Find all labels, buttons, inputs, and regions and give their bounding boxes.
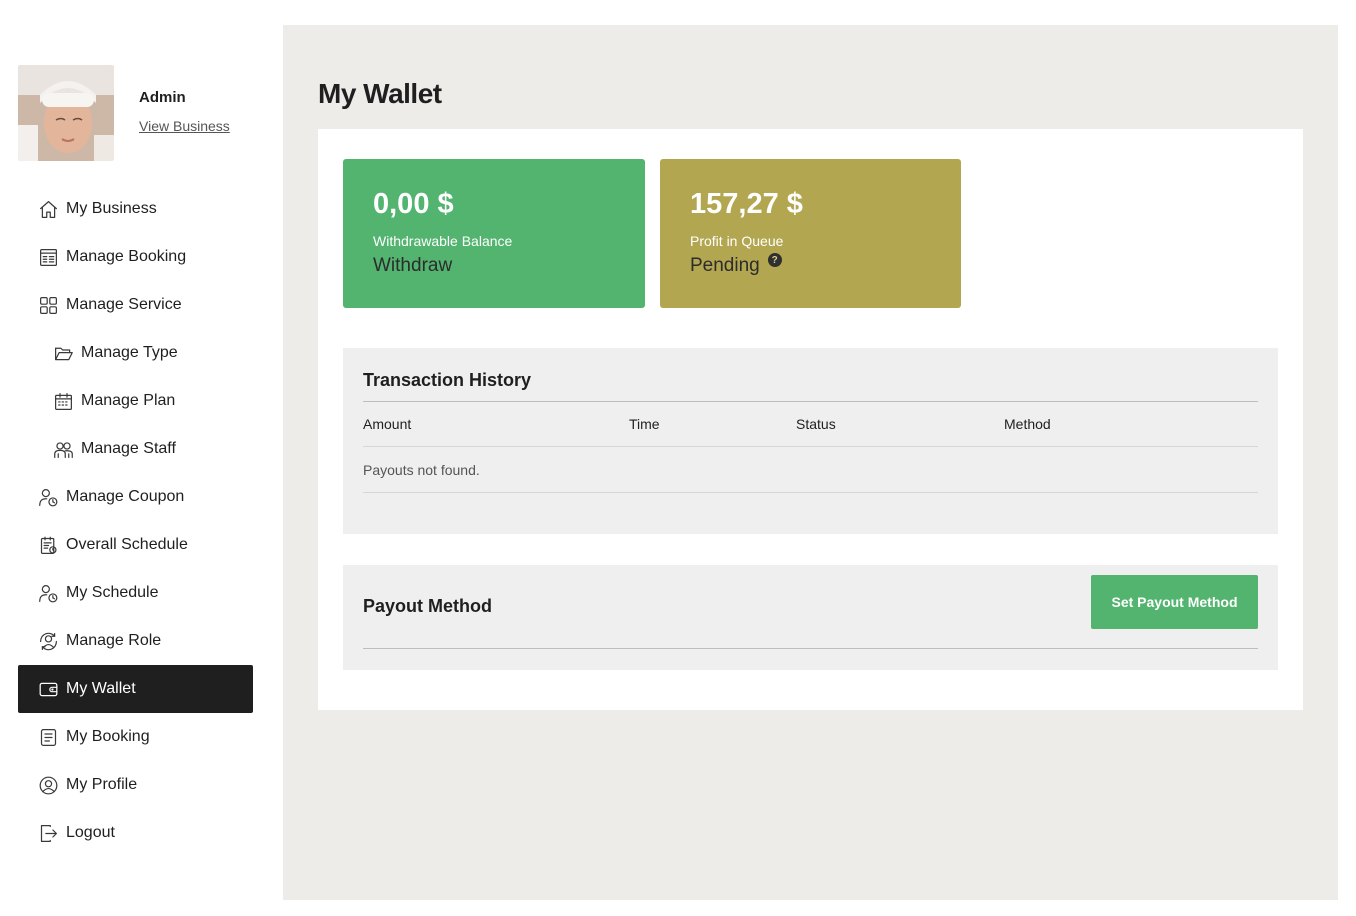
profile-text: Admin View Business — [139, 89, 230, 134]
wallet-icon — [37, 678, 59, 700]
sidebar-item-label: Manage Plan — [81, 392, 176, 409]
column-header-amount: Amount — [363, 416, 412, 432]
sidebar-item-my-business[interactable]: My Business — [18, 185, 253, 233]
column-header-method: Method — [1004, 416, 1051, 432]
sidebar-item-label: My Wallet — [66, 680, 136, 697]
queue-label: Profit in Queue — [690, 233, 784, 249]
user-clock-icon — [37, 486, 59, 508]
column-header-status: Status — [796, 416, 836, 432]
wallet-panel: 0,00 $ Withdrawable Balance Withdraw 157… — [318, 129, 1303, 710]
folder-open-icon — [52, 342, 74, 364]
queue-amount: 157,27 $ — [690, 188, 803, 220]
calendar-icon — [52, 390, 74, 412]
help-icon[interactable]: ? — [767, 253, 782, 267]
sidebar-item-label: My Business — [66, 200, 157, 217]
avatar — [18, 65, 114, 161]
logout-icon — [37, 822, 59, 844]
sidebar-nav: My Business Manage Booking Manage Servic… — [18, 185, 253, 857]
payout-method-title: Payout Method — [363, 596, 492, 616]
home-icon — [37, 198, 59, 220]
withdrawable-amount: 0,00 $ — [373, 188, 454, 220]
sidebar-item-label: My Schedule — [66, 584, 159, 601]
avatar-image — [18, 65, 114, 161]
sidebar-item-label: My Booking — [66, 728, 150, 745]
sidebar-item-manage-coupon[interactable]: Manage Coupon — [18, 473, 253, 521]
sidebar-item-manage-type[interactable]: Manage Type — [18, 329, 253, 377]
profile-section: Admin View Business — [18, 65, 230, 161]
view-business-link[interactable]: View Business — [139, 118, 230, 134]
profile-name: Admin — [139, 89, 186, 106]
sidebar-item-logout[interactable]: Logout — [18, 809, 253, 857]
sidebar-item-my-booking[interactable]: My Booking — [18, 713, 253, 761]
column-header-time: Time — [629, 416, 660, 432]
sidebar-item-label: Manage Role — [66, 632, 162, 649]
sidebar-item-label: Manage Staff — [81, 440, 176, 457]
pending-status: Pending ? — [690, 253, 931, 277]
withdrawable-label: Withdrawable Balance — [373, 233, 513, 249]
sidebar-item-my-schedule[interactable]: My Schedule — [18, 569, 253, 617]
table-header: Amount Time Status Method — [363, 402, 1258, 447]
sidebar-item-manage-role[interactable]: Manage Role — [18, 617, 253, 665]
sidebar-item-manage-booking[interactable]: Manage Booking — [18, 233, 253, 281]
sidebar: Admin View Business My Business Manage B… — [0, 0, 283, 916]
withdraw-label: Withdraw — [373, 255, 453, 276]
booking-list-icon — [37, 246, 59, 268]
pending-label: Pending — [690, 255, 760, 276]
transaction-history-title: Transaction History — [363, 348, 1258, 402]
table-row: Payouts not found. — [363, 447, 1258, 493]
sidebar-item-label: Manage Booking — [66, 248, 187, 265]
transaction-history-section: Transaction History Amount Time Status M… — [343, 348, 1278, 534]
withdrawable-balance-card: 0,00 $ Withdrawable Balance Withdraw — [343, 159, 645, 308]
profit-in-queue-card: 157,27 $ Profit in Queue Pending ? — [660, 159, 961, 308]
empty-state-text: Payouts not found. — [363, 461, 480, 478]
sidebar-item-label: My Profile — [66, 776, 138, 793]
withdraw-link[interactable]: Withdraw — [373, 255, 615, 277]
schedule-list-icon — [37, 534, 59, 556]
payout-method-section: Payout Method Set Payout Method — [343, 565, 1278, 670]
app-root: Admin View Business My Business Manage B… — [0, 0, 1356, 916]
sidebar-item-label: Overall Schedule — [66, 536, 188, 553]
sidebar-item-manage-plan[interactable]: Manage Plan — [18, 377, 253, 425]
set-payout-method-button[interactable]: Set Payout Method — [1091, 574, 1258, 629]
sidebar-item-label: Manage Type — [81, 344, 178, 361]
sidebar-item-manage-service[interactable]: Manage Service — [18, 281, 253, 329]
sidebar-item-label: Manage Coupon — [66, 488, 185, 505]
main-content: My Wallet 0,00 $ Withdrawable Balance Wi… — [283, 25, 1338, 900]
sidebar-item-manage-staff[interactable]: Manage Staff — [18, 425, 253, 473]
role-icon — [37, 630, 59, 652]
page-title: My Wallet — [318, 78, 442, 109]
payout-method-header: Payout Method Set Payout Method — [363, 565, 1258, 649]
user-circle-icon — [37, 774, 59, 796]
sidebar-item-label: Logout — [66, 824, 115, 841]
sidebar-item-overall-schedule[interactable]: Overall Schedule — [18, 521, 253, 569]
sidebar-item-my-profile[interactable]: My Profile — [18, 761, 253, 809]
sidebar-item-label: Manage Service — [66, 296, 182, 313]
staff-icon — [52, 438, 74, 460]
document-icon — [37, 726, 59, 748]
grid-icon — [37, 294, 59, 316]
user-clock-icon — [37, 582, 59, 604]
sidebar-item-my-wallet[interactable]: My Wallet — [18, 665, 253, 713]
